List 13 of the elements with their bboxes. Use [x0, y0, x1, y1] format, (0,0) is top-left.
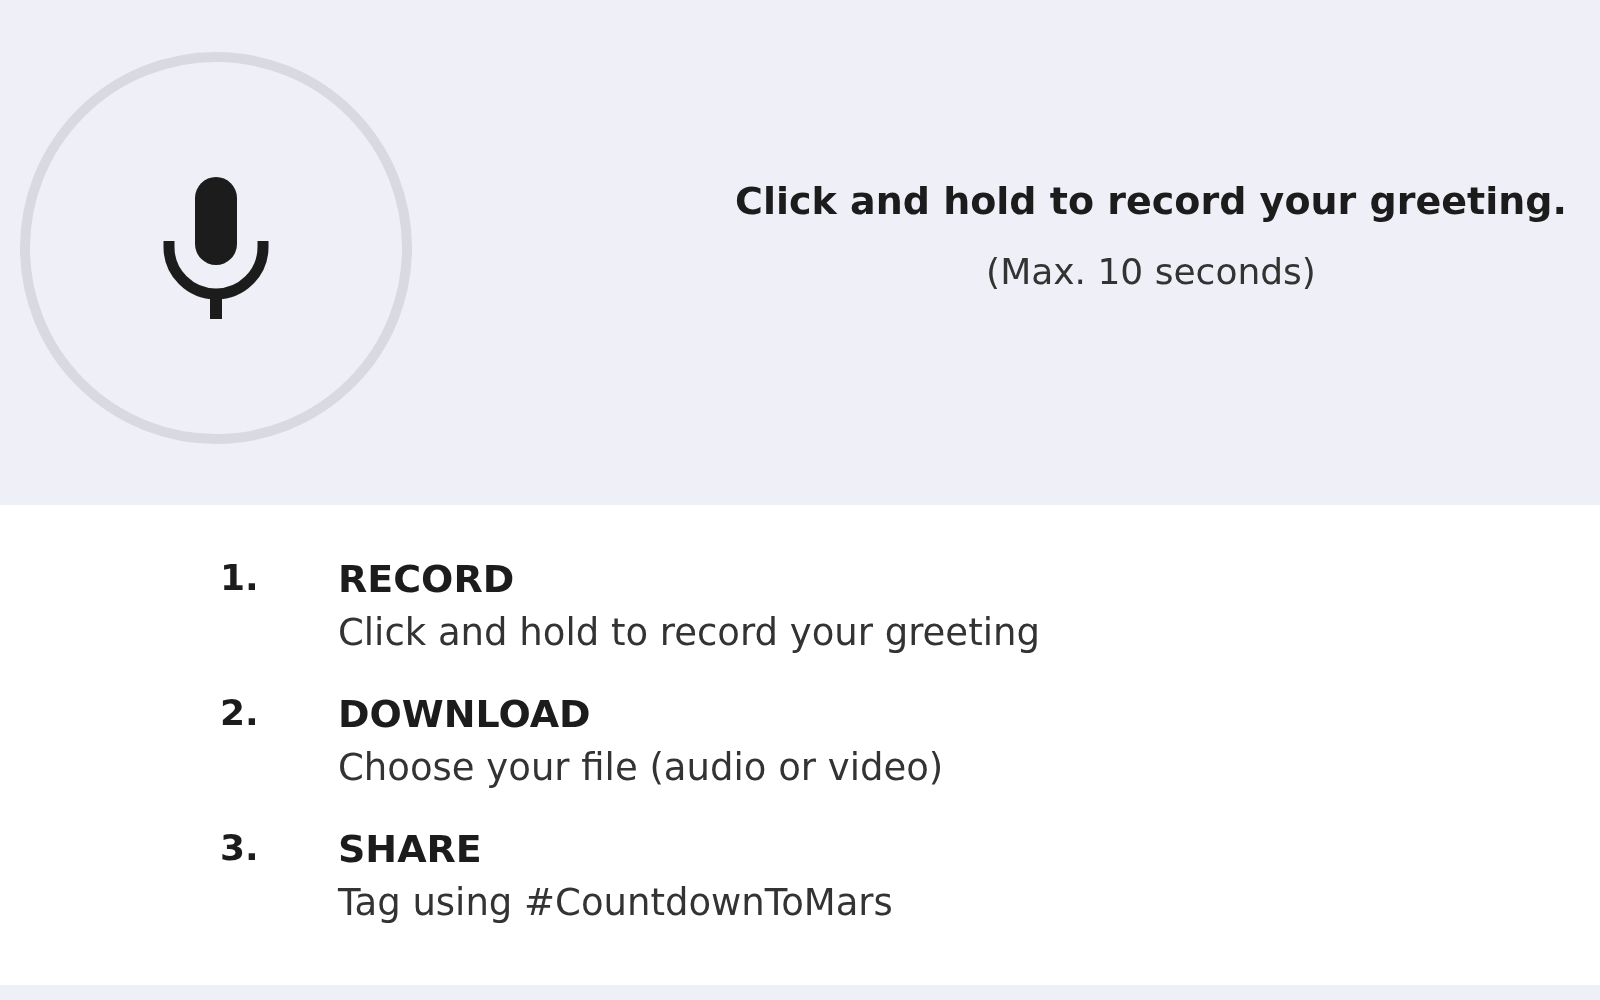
step-title: DOWNLOAD [338, 692, 592, 736]
record-button[interactable] [20, 51, 412, 444]
step-number: 2. [220, 692, 260, 735]
step-description: Click and hold to record your greeting [338, 611, 1041, 654]
step-description: Tag using #CountdownToMars [338, 881, 894, 924]
step-number: 3. [220, 827, 260, 870]
step-title: RECORD [338, 557, 516, 601]
microphone-icon [163, 176, 269, 319]
limit-text: (Max. 10 seconds) [986, 250, 1316, 292]
step-number: 1. [220, 557, 260, 600]
instruction-text: Click and hold to record your greeting. [735, 178, 1567, 223]
step-title: SHARE [338, 827, 483, 871]
step-description: Choose your file (audio or video) [338, 746, 945, 789]
